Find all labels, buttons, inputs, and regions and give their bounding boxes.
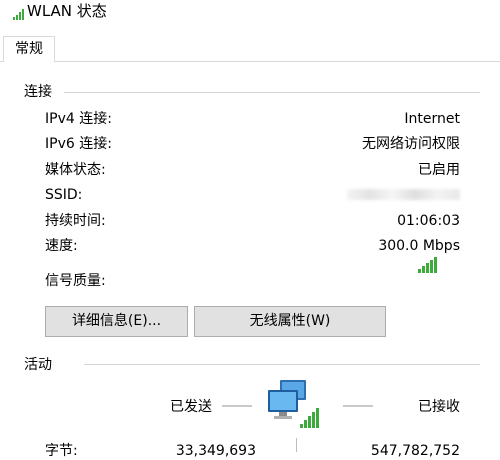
signal-quality-icon: [418, 257, 437, 273]
sent-label: 已发送: [170, 399, 212, 415]
connection-group-title: 连接: [24, 84, 52, 100]
received-dash: [343, 405, 373, 407]
ssid-value-redacted: [347, 189, 460, 200]
details-button[interactable]: 详细信息(E)...: [45, 306, 188, 337]
wifi-signal-icon: [13, 9, 24, 20]
media-state-label: 媒体状态:: [45, 162, 106, 178]
tab-strip: 常规: [0, 36, 500, 62]
media-state-value: 已启用: [418, 162, 460, 178]
speed-label: 速度:: [45, 238, 78, 254]
activity-divider: [296, 438, 297, 452]
network-computers-icon: [268, 380, 319, 428]
activity-group-line: [84, 364, 480, 365]
ipv6-value: 无网络访问权限: [362, 136, 460, 152]
sent-dash: [222, 405, 252, 407]
connection-group-line: [64, 92, 480, 93]
speed-value: 300.0 Mbps: [378, 238, 460, 254]
bytes-label: 字节:: [45, 443, 78, 459]
wireless-properties-button[interactable]: 无线属性(W): [194, 306, 386, 337]
ipv4-label: IPv4 连接:: [45, 111, 112, 127]
duration-value: 01:06:03: [397, 213, 460, 229]
activity-group-title: 活动: [24, 357, 52, 373]
ipv6-label: IPv6 连接:: [45, 136, 112, 152]
window-title: WLAN 状态: [27, 2, 107, 20]
bytes-sent-value: 33,349,693: [175, 443, 256, 459]
duration-label: 持续时间:: [45, 213, 106, 229]
received-label: 已接收: [418, 399, 460, 415]
ssid-label: SSID:: [45, 187, 83, 203]
ipv4-value: Internet: [404, 111, 460, 127]
tab-general[interactable]: 常规: [3, 36, 55, 62]
title-bar[interactable]: WLAN 状态: [0, 0, 500, 26]
signal-quality-label: 信号质量:: [45, 273, 106, 289]
bytes-received-value: 547,782,752: [370, 443, 460, 459]
